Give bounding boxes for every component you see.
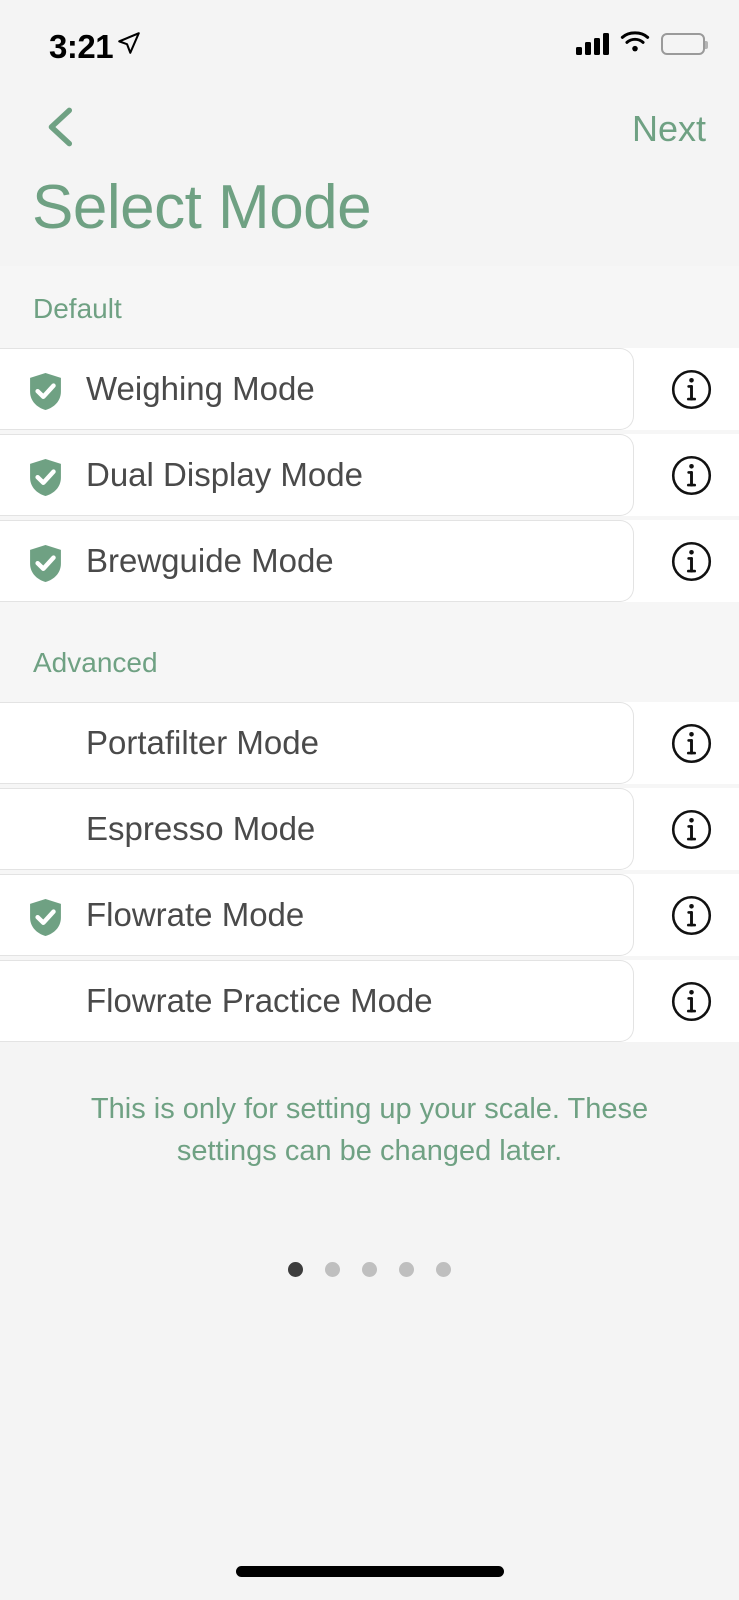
shield-check-icon bbox=[27, 371, 64, 412]
select-mode-screen: 3:21 Next Select Mode Default Weighing M… bbox=[0, 0, 739, 1600]
page-dot-4[interactable] bbox=[399, 1262, 414, 1277]
section-advanced: Advanced Portafilter Mode Espresso Mode … bbox=[0, 620, 739, 1042]
mode-row-weighing[interactable]: Weighing Mode bbox=[0, 348, 739, 430]
status-bar-time: 3:21 bbox=[49, 28, 114, 65]
info-circle-icon[interactable] bbox=[671, 809, 712, 850]
mode-row-label: Brewguide Mode bbox=[86, 542, 334, 579]
section-header-default: Default bbox=[0, 266, 739, 348]
shield-check-icon bbox=[27, 897, 64, 938]
wifi-icon bbox=[620, 30, 650, 58]
mode-row-label: Portafilter Mode bbox=[86, 724, 319, 761]
mode-list-default: Weighing Mode Dual Display Mode Brewguid… bbox=[0, 348, 739, 602]
shield-check-icon bbox=[27, 457, 64, 498]
info-circle-icon[interactable] bbox=[671, 895, 712, 936]
mode-row-label: Dual Display Mode bbox=[86, 456, 363, 493]
location-arrow-icon bbox=[116, 30, 142, 56]
info-circle-icon[interactable] bbox=[671, 541, 712, 582]
next-button[interactable]: Next bbox=[632, 100, 706, 158]
section-header-advanced: Advanced bbox=[0, 620, 739, 702]
mode-row-dual-display[interactable]: Dual Display Mode bbox=[0, 434, 739, 516]
page-indicator bbox=[0, 1262, 739, 1277]
page-dot-2[interactable] bbox=[325, 1262, 340, 1277]
page-dot-5[interactable] bbox=[436, 1262, 451, 1277]
info-circle-icon[interactable] bbox=[671, 369, 712, 410]
section-divider bbox=[0, 602, 739, 620]
home-indicator-area bbox=[0, 1530, 739, 1600]
shield-check-icon bbox=[27, 543, 64, 584]
home-indicator[interactable] bbox=[235, 1566, 504, 1577]
mode-row-brewguide[interactable]: Brewguide Mode bbox=[0, 520, 739, 602]
page-title: Select Mode bbox=[32, 173, 372, 242]
mode-row-label: Weighing Mode bbox=[86, 370, 315, 407]
status-bar: 3:21 bbox=[0, 0, 739, 92]
back-button[interactable] bbox=[28, 98, 94, 160]
info-circle-icon[interactable] bbox=[671, 981, 712, 1022]
footer-note: This is only for setting up your scale. … bbox=[90, 1093, 649, 1167]
cellular-signal-icon bbox=[576, 33, 609, 55]
page-dot-1[interactable] bbox=[288, 1262, 303, 1277]
mode-row-espresso[interactable]: Espresso Mode bbox=[0, 788, 739, 870]
navigation-bar: Next bbox=[0, 92, 739, 170]
mode-row-portafilter[interactable]: Portafilter Mode bbox=[0, 702, 739, 784]
battery-icon bbox=[661, 33, 708, 55]
info-circle-icon[interactable] bbox=[671, 723, 712, 764]
mode-row-label: Flowrate Practice Mode bbox=[86, 982, 433, 1019]
info-circle-icon[interactable] bbox=[671, 455, 712, 496]
bottom-spacer bbox=[0, 1277, 739, 1530]
page-title-area: Select Mode bbox=[0, 170, 739, 266]
page-dot-3[interactable] bbox=[362, 1262, 377, 1277]
chevron-left-icon bbox=[36, 102, 86, 157]
section-default: Default Weighing Mode Dual Display Mode … bbox=[0, 266, 739, 602]
mode-row-label: Espresso Mode bbox=[86, 810, 316, 847]
status-bar-indicators bbox=[576, 30, 708, 58]
mode-row-flowrate[interactable]: Flowrate Mode bbox=[0, 874, 739, 956]
mode-row-label: Flowrate Mode bbox=[86, 896, 305, 933]
mode-row-flowrate-practice[interactable]: Flowrate Practice Mode bbox=[0, 960, 739, 1042]
mode-list-advanced: Portafilter Mode Espresso Mode Flowrate … bbox=[0, 702, 739, 1042]
